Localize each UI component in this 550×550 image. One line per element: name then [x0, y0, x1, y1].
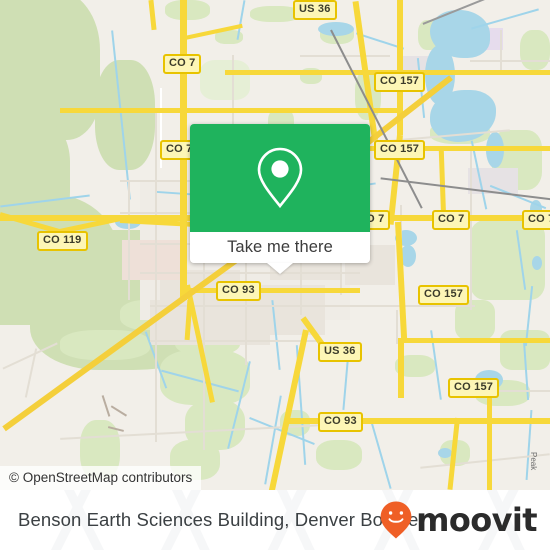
moovit-logo[interactable]: moovit — [379, 490, 538, 550]
map-pin-icon — [257, 147, 303, 209]
map-canvas[interactable]: US 36CO 7CO 157CO 7CO 157CO 7CO 7CO 7CO … — [0, 0, 550, 490]
road-shield: CO 93 — [216, 281, 261, 301]
road-shield: CO 157 — [418, 285, 470, 305]
card-icon-area — [190, 124, 370, 232]
road-shield: CO 157 — [374, 140, 426, 160]
location-title: Benson Earth Sciences Building, Denver B… — [18, 509, 425, 530]
take-me-there-label: Take me there — [227, 238, 333, 256]
road-shield: US 36 — [293, 0, 337, 20]
road-shield: CO 93 — [318, 412, 363, 432]
road-shield: CO 157 — [448, 378, 500, 398]
road-shield: CO 119 — [37, 231, 88, 251]
road-shield: CO 7 — [432, 210, 471, 230]
road-shield: US 36 — [318, 342, 362, 362]
moovit-pin-smile-icon — [380, 501, 412, 539]
card-action-area[interactable]: Take me there — [190, 232, 370, 274]
osm-attribution[interactable]: © OpenStreetMap contributors — [0, 466, 202, 490]
take-me-there-card[interactable]: Take me there — [190, 124, 370, 274]
creek-label: Peak — [529, 452, 538, 471]
moovit-wordmark: moovit — [416, 501, 537, 539]
footer-bar: Benson Earth Sciences Building, Denver B… — [0, 490, 550, 550]
road-shield: CO 7 — [163, 54, 202, 74]
road-shield: CO 157 — [374, 72, 426, 92]
moovit-map-screen: US 36CO 7CO 157CO 7CO 157CO 7CO 7CO 7CO … — [0, 0, 550, 550]
card-pointer-tail — [267, 263, 293, 274]
road-shield: CO 7 — [522, 210, 550, 230]
